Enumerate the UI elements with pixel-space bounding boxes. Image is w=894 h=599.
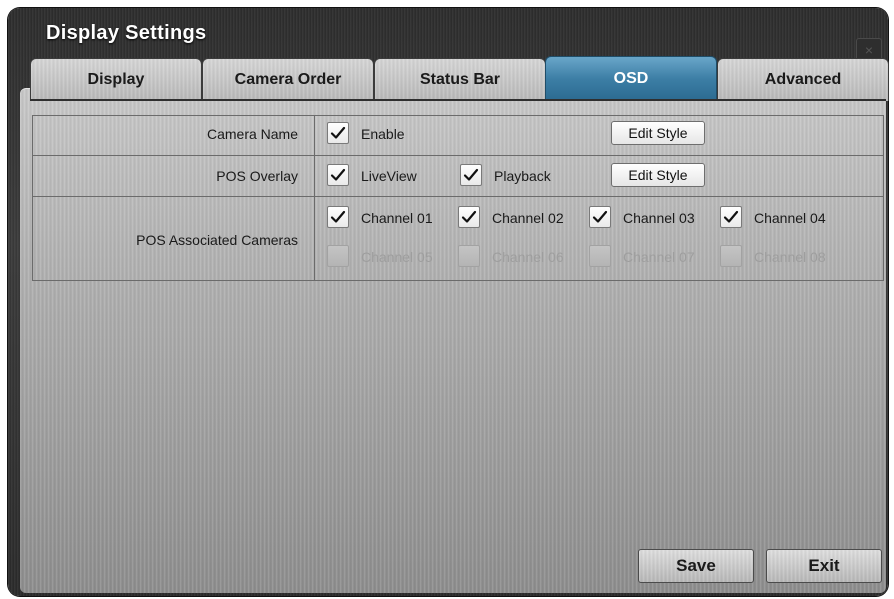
pos-overlay-liveview-checkbox[interactable] (327, 164, 349, 186)
pos-overlay-liveview-label: LiveView (361, 168, 417, 184)
channel-02-label: Channel 02 (492, 210, 564, 226)
camera-name-enable-checkbox[interactable] (327, 122, 349, 144)
channel-05-label: Channel 05 (361, 249, 433, 265)
column-divider (314, 115, 315, 280)
channel-05-checkbox (327, 245, 349, 267)
edit-style-label: Edit Style (628, 167, 688, 183)
check-icon (330, 210, 346, 223)
close-icon: × (864, 42, 874, 58)
channel-07-checkbox (589, 245, 611, 267)
save-label: Save (676, 556, 716, 575)
pos-overlay-edit-style-button[interactable]: Edit Style (611, 163, 705, 187)
camera-name-label: Camera Name (206, 126, 298, 142)
exit-label: Exit (808, 556, 840, 575)
tab-label: Display (87, 71, 145, 88)
tab-divider (30, 99, 886, 101)
row-divider (32, 196, 884, 197)
channel-08-label: Channel 08 (754, 249, 826, 265)
channel-03-label: Channel 03 (623, 210, 695, 226)
channel-01-label: Channel 01 (361, 210, 433, 226)
check-icon (592, 210, 608, 223)
tab-osd[interactable]: OSD (545, 56, 717, 101)
channel-08-checkbox (720, 245, 742, 267)
pos-overlay-playback-checkbox[interactable] (460, 164, 482, 186)
channel-02-checkbox[interactable] (458, 206, 480, 228)
check-icon (330, 168, 346, 181)
channel-04-label: Channel 04 (754, 210, 826, 226)
pos-overlay-playback-label: Playback (494, 168, 551, 184)
tab-display[interactable]: Display (30, 58, 202, 101)
check-icon (330, 126, 346, 139)
tab-camera-order[interactable]: Camera Order (202, 58, 374, 101)
pos-overlay-label: POS Overlay (216, 168, 298, 184)
edit-style-label: Edit Style (628, 125, 688, 141)
tab-label: Status Bar (419, 71, 501, 88)
channel-03-checkbox[interactable] (589, 206, 611, 228)
save-button[interactable]: Save (638, 549, 754, 583)
camera-name-enable-label: Enable (361, 126, 405, 142)
channel-01-checkbox[interactable] (327, 206, 349, 228)
check-icon (463, 168, 479, 181)
window-title: Display Settings (46, 22, 207, 44)
pos-associated-cameras-label: POS Associated Cameras (136, 232, 298, 248)
tab-label: Camera Order (234, 71, 342, 88)
tab-label: OSD (613, 70, 649, 87)
check-icon (723, 210, 739, 223)
channel-06-checkbox (458, 245, 480, 267)
row-divider (32, 155, 884, 156)
camera-name-edit-style-button[interactable]: Edit Style (611, 121, 705, 145)
channel-06-label: Channel 06 (492, 249, 564, 265)
exit-button[interactable]: Exit (766, 549, 882, 583)
tab-label: Advanced (764, 71, 842, 88)
channel-04-checkbox[interactable] (720, 206, 742, 228)
tab-advanced[interactable]: Advanced (717, 58, 889, 101)
check-icon (461, 210, 477, 223)
tab-status-bar[interactable]: Status Bar (374, 58, 546, 101)
channel-07-label: Channel 07 (623, 249, 695, 265)
